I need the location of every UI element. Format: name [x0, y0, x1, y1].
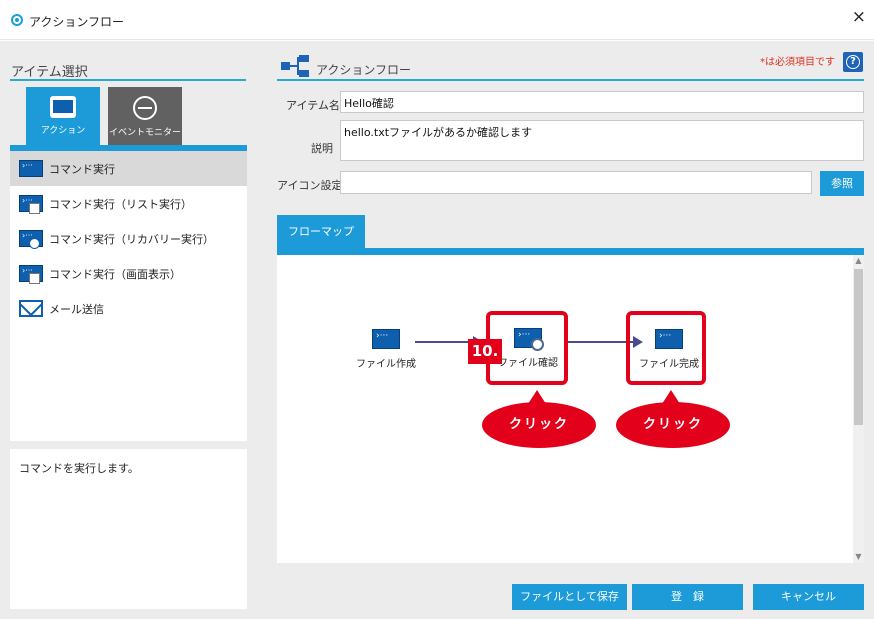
title-bar: アクションフロー × [0, 0, 874, 40]
right-title-underline [277, 79, 864, 81]
tab-action-label: アクション [40, 126, 86, 136]
required-note: *は必須項目です [760, 57, 835, 68]
save-as-file-button[interactable]: ファイルとして保存 [512, 584, 627, 610]
mail-icon [19, 300, 43, 317]
screen-badge-icon [29, 273, 40, 284]
scroll-down-icon[interactable]: ▼ [853, 551, 864, 563]
vertical-scrollbar[interactable]: ▲ ▼ [853, 255, 864, 563]
help-button[interactable]: ? [843, 52, 863, 72]
list-item-label: コマンド実行（リスト実行） [49, 197, 192, 211]
app-icon [11, 14, 23, 26]
tab-flowmap[interactable]: フローマップ [277, 215, 365, 248]
command-icon [19, 160, 43, 177]
item-description: コマンドを実行します。 [10, 449, 247, 609]
list-item-label: メール送信 [49, 302, 104, 316]
tab-event-monitor[interactable]: イベントモニター [108, 87, 182, 145]
browse-button[interactable]: 参照 [820, 171, 864, 196]
tab-event-monitor-label: イベントモニター [108, 128, 181, 138]
icon-setting-field[interactable] [340, 171, 812, 194]
close-icon[interactable]: × [852, 9, 866, 26]
left-title-underline [10, 79, 246, 81]
list-item-label: コマンド実行（リカバリー実行） [49, 232, 214, 246]
click-callout-1: クリック [482, 390, 596, 448]
cancel-button[interactable]: キャンセル [753, 584, 864, 610]
highlight-box-file-complete [626, 311, 706, 385]
item-selection-title: アイテム選択 [11, 65, 88, 80]
flow-node-file-create[interactable]: ファイル作成 [351, 329, 421, 370]
list-item-command-screen[interactable]: コマンド実行（画面表示） [10, 256, 247, 291]
event-monitor-icon [133, 96, 157, 120]
description-field[interactable]: hello.txtファイルがあるか確認します [340, 120, 864, 161]
step-number-badge: 10. [468, 339, 502, 364]
action-flow-icon [281, 55, 309, 77]
list-item-label: コマンド実行 [49, 162, 115, 176]
list-item-command[interactable]: コマンド実行 [10, 151, 247, 186]
window-body: アイテム選択 アクション イベントモニター コマンド実行 コマンド実行（リスト実… [0, 41, 874, 619]
item-name-label: アイテム名* [286, 97, 345, 113]
item-name-label-text: アイテム名 [286, 99, 340, 112]
item-list: コマンド実行 コマンド実行（リスト実行） コマンド実行（リカバリー実行） コマン… [10, 151, 247, 441]
register-button[interactable]: 登 録 [632, 584, 743, 610]
recovery-badge-icon [29, 238, 40, 249]
list-badge-icon [29, 203, 40, 214]
icon-setting-label: アイコン設定 [277, 179, 343, 192]
list-item-label: コマンド実行（画面表示） [49, 267, 181, 281]
command-icon [372, 329, 400, 349]
scrollbar-thumb[interactable] [854, 269, 863, 425]
tab-action[interactable]: アクション [26, 87, 100, 145]
list-item-command-recovery[interactable]: コマンド実行（リカバリー実行） [10, 221, 247, 256]
item-name-field[interactable]: Hello確認 [340, 91, 864, 113]
scroll-up-icon[interactable]: ▲ [853, 255, 864, 267]
description-label: 説明 [311, 142, 333, 155]
command-icon [50, 96, 76, 118]
flow-node-label: ファイル作成 [356, 359, 416, 370]
flowmap-strip [277, 248, 864, 255]
list-item-command-list[interactable]: コマンド実行（リスト実行） [10, 186, 247, 221]
list-item-mail[interactable]: メール送信 [10, 291, 247, 326]
window-title: アクションフロー [29, 15, 125, 29]
help-icon: ? [846, 55, 860, 69]
click-callout-2: クリック [616, 390, 730, 448]
action-flow-title: アクションフロー [316, 63, 412, 77]
